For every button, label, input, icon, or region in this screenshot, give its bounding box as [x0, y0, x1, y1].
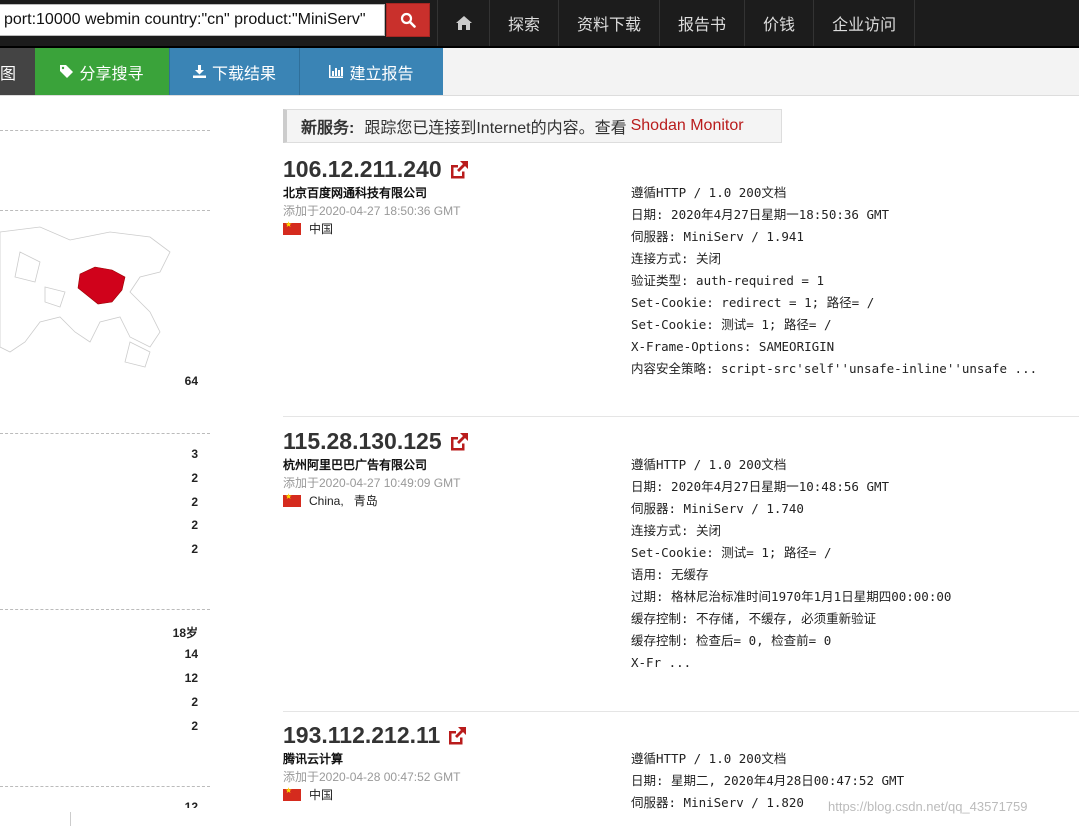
- home-icon: [455, 16, 472, 30]
- create-report-button[interactable]: 建立报告: [299, 48, 443, 95]
- external-link-icon[interactable]: [448, 159, 470, 181]
- result-banner-text: 遵循HTTP / 1.0 200文档 日期: 2020年4月27日星期一10:4…: [631, 457, 952, 670]
- watermark: https://blog.csdn.net/qq_43571759: [828, 799, 1028, 814]
- sidebar-count[interactable]: 2: [191, 471, 198, 485]
- result-ip[interactable]: 193.112.212.11: [283, 722, 468, 749]
- china-flag-icon: [283, 492, 301, 507]
- download-icon: [192, 65, 206, 78]
- sidebar-count[interactable]: 2: [191, 518, 198, 532]
- result-added-date: 添加于2020-04-27 10:49:09 GMT: [283, 476, 461, 490]
- result-ip-text[interactable]: 193.112.212.11: [283, 722, 440, 749]
- result-org[interactable]: 腾讯云计算: [283, 750, 343, 767]
- result-ip-text[interactable]: 106.12.211.240: [283, 156, 442, 183]
- sidebar-count[interactable]: 2: [191, 695, 198, 709]
- banner-text: 跟踪您已连接到Internet的内容。查看: [364, 120, 627, 137]
- china-flag-icon: [283, 220, 301, 235]
- search-button[interactable]: [386, 3, 430, 37]
- external-link-icon[interactable]: [448, 431, 470, 453]
- result-location[interactable]: 中国: [283, 220, 333, 237]
- search-icon: [400, 12, 416, 28]
- result-location[interactable]: China, 青岛: [283, 492, 378, 509]
- result-org[interactable]: 杭州阿里巴巴广告有限公司: [283, 456, 427, 473]
- create-report-label: 建立报告: [349, 65, 414, 83]
- result-location-text: 中国: [309, 222, 334, 236]
- result-added-date: 添加于2020-04-28 00:47:52 GMT: [283, 770, 461, 784]
- sidebar-count[interactable]: 3: [191, 447, 198, 461]
- main-nav: 探索 资料下载 报告书 价钱 企业访问: [437, 0, 916, 46]
- sidebar-divider: [0, 609, 210, 610]
- result-location-text: 中国: [309, 788, 334, 802]
- nav-pricing[interactable]: 价钱: [744, 0, 813, 46]
- sidebar-count[interactable]: 18岁: [173, 624, 198, 641]
- external-link-icon[interactable]: [446, 725, 468, 747]
- sidebar-count[interactable]: 2: [191, 719, 198, 733]
- nav-enterprise[interactable]: 企业访问: [813, 0, 916, 46]
- china-flag-icon: [283, 786, 301, 801]
- nav-downloads[interactable]: 资料下载: [558, 0, 659, 46]
- sidebar-count[interactable]: 2: [191, 495, 198, 509]
- sidebar-divider: [0, 130, 210, 131]
- sidebar-count[interactable]: 12: [185, 800, 198, 808]
- result-banner-text: 遵循HTTP / 1.0 200文档 日期: 2020年4月27日星期一18:5…: [631, 185, 1038, 376]
- action-bar: 图 分享搜寻 下载结果 建立报告: [0, 48, 1079, 96]
- sidebar-count[interactable]: 2: [191, 542, 198, 556]
- sidebar-divider: [0, 786, 210, 787]
- map-label: 图: [0, 65, 17, 83]
- bar-chart-icon: [329, 65, 344, 78]
- banner-label: 新服务:: [301, 120, 355, 137]
- new-service-banner: 新服务: 跟踪您已连接到Internet的内容。查看 Shodan Monito…: [283, 109, 782, 143]
- search-input[interactable]: port:10000 webmin country:"cn" product:"…: [0, 4, 385, 36]
- download-results-label: 下载结果: [211, 65, 276, 83]
- result-ip[interactable]: 106.12.211.240: [283, 156, 470, 183]
- shodan-monitor-link[interactable]: Shodan Monitor: [631, 117, 744, 135]
- result-location-text: China, 青岛: [309, 494, 378, 508]
- sidebar-count[interactable]: 14: [185, 647, 198, 661]
- sidebar-edge: [70, 812, 71, 826]
- tag-icon: [60, 65, 74, 78]
- top-navbar: port:10000 webmin country:"cn" product:"…: [0, 0, 1079, 48]
- result-added-date: 添加于2020-04-27 18:50:36 GMT: [283, 204, 461, 218]
- nav-home[interactable]: [437, 0, 489, 46]
- result-ip[interactable]: 115.28.130.125: [283, 428, 470, 455]
- result-location[interactable]: 中国: [283, 786, 333, 803]
- result-separator: [283, 416, 1079, 417]
- map-total-count: 64: [184, 374, 198, 388]
- result-ip-text[interactable]: 115.28.130.125: [283, 428, 442, 455]
- share-search-button[interactable]: 分享搜寻: [35, 48, 169, 95]
- nav-reports[interactable]: 报告书: [659, 0, 744, 46]
- result-separator: [283, 711, 1079, 712]
- world-map: [0, 226, 171, 368]
- download-results-button[interactable]: 下载结果: [169, 48, 299, 95]
- result-org[interactable]: 北京百度网通科技有限公司: [283, 184, 427, 201]
- sidebar-divider: [0, 433, 210, 434]
- sidebar-divider: [0, 210, 210, 211]
- sidebar-count[interactable]: 12: [185, 671, 198, 685]
- nav-explore[interactable]: 探索: [489, 0, 558, 46]
- map-button[interactable]: 图: [0, 48, 35, 95]
- share-search-label: 分享搜寻: [79, 65, 144, 83]
